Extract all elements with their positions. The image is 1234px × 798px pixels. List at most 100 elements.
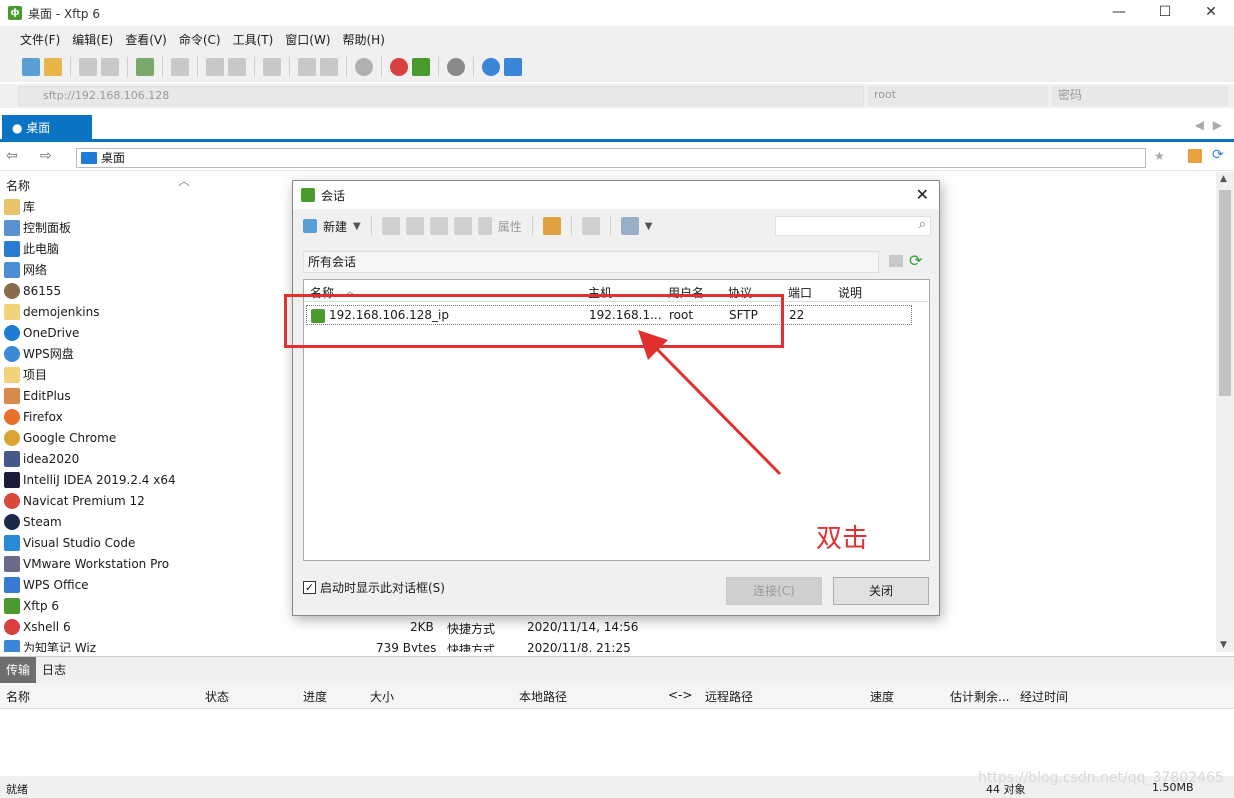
tab-desktop[interactable]: ● 桌面	[2, 115, 92, 142]
col-name[interactable]: 名称	[6, 688, 30, 705]
file-item[interactable]: 此电脑	[4, 238, 59, 259]
sync-icon[interactable]	[263, 58, 281, 76]
scroll-up-icon[interactable]: ▲	[1220, 174, 1227, 184]
session-manager-icon[interactable]	[136, 58, 154, 76]
col-speed[interactable]: 速度	[870, 688, 894, 705]
col-elapsed[interactable]: 经过时间	[1020, 688, 1068, 705]
new-dropdown-icon[interactable]: ▼	[353, 221, 361, 232]
tab-log[interactable]: 日志	[36, 657, 72, 683]
properties-button[interactable]: 属性	[498, 218, 522, 235]
home-icon[interactable]	[1188, 149, 1202, 163]
file-item[interactable]: Google Chrome	[4, 427, 116, 448]
menu-edit[interactable]: 编辑(E)	[66, 31, 119, 48]
copy-icon[interactable]	[206, 58, 224, 76]
menu-file[interactable]: 文件(F)	[14, 31, 66, 48]
xftp-icon[interactable]	[412, 58, 430, 76]
name-column-header[interactable]: 名称	[6, 177, 30, 194]
view-icon[interactable]	[620, 217, 639, 235]
path-combobox[interactable]: 桌面	[76, 148, 1146, 168]
file-item[interactable]: IntelliJ IDEA 2019.2.4 x64	[4, 469, 176, 490]
close-dialog-button[interactable]: ✕	[916, 185, 929, 204]
menu-window[interactable]: 窗口(W)	[279, 31, 336, 48]
new-session-icon[interactable]	[22, 58, 40, 76]
chat-icon[interactable]	[504, 58, 522, 76]
file-item[interactable]: 为知笔记 Wiz	[4, 637, 96, 652]
tab-scroll-right-icon[interactable]: ▶	[1213, 118, 1222, 132]
col-status[interactable]: 状态	[205, 688, 229, 705]
file-date: 2020/11/14, 14:56	[527, 620, 639, 634]
file-item[interactable]: Firefox	[4, 406, 63, 427]
col-local-path[interactable]: 本地路径	[519, 688, 567, 705]
page-icon[interactable]	[298, 58, 316, 76]
file-item[interactable]: Steam	[4, 511, 62, 532]
password-input[interactable]: 密码	[1052, 86, 1228, 106]
file-item[interactable]: idea2020	[4, 448, 79, 469]
menu-command[interactable]: 命令(C)	[173, 31, 227, 48]
gear-icon[interactable]	[447, 58, 465, 76]
file-item[interactable]: WPS网盘	[4, 343, 74, 364]
minimize-button[interactable]: —	[1096, 0, 1142, 26]
view-dropdown-icon[interactable]: ▼	[645, 221, 653, 232]
file-item[interactable]: 86155	[4, 280, 61, 301]
tab-transfer[interactable]: 传输	[0, 657, 37, 683]
col-remote-path[interactable]: 远程路径	[705, 688, 753, 705]
open-folder-icon[interactable]	[44, 58, 62, 76]
file-item[interactable]: Navicat Premium 12	[4, 490, 145, 511]
help-icon[interactable]	[482, 58, 500, 76]
export-icon[interactable]	[581, 217, 600, 235]
file-item[interactable]: EditPlus	[4, 385, 71, 406]
file-item[interactable]: Visual Studio Code	[4, 532, 135, 553]
col-description[interactable]: 说明	[838, 284, 862, 301]
file-item[interactable]: demojenkins	[4, 301, 100, 322]
url-input[interactable]: sftp://192.168.106.128	[18, 86, 864, 106]
forward-icon[interactable]: ⇨	[40, 148, 52, 164]
file-item[interactable]: 库	[4, 196, 35, 217]
col-size[interactable]: 大小	[370, 688, 394, 705]
close-window-button[interactable]: ✕	[1188, 0, 1234, 26]
scroll-down-icon[interactable]: ▼	[1220, 640, 1227, 650]
back-icon[interactable]: ⇦	[6, 148, 18, 164]
folder-icon[interactable]	[542, 217, 561, 235]
xshell-icon[interactable]	[390, 58, 408, 76]
col-port[interactable]: 端口	[788, 284, 812, 301]
show-on-startup-checkbox[interactable]: ✓ 启动时显示此对话框(S)	[303, 579, 445, 596]
file-item[interactable]: Xshell 6	[4, 616, 71, 637]
close-button[interactable]: 关闭	[833, 577, 929, 605]
tab-scroll-left-icon[interactable]: ◀	[1195, 118, 1204, 132]
tab-strip: ● 桌面 ◀ ▶	[0, 112, 1234, 142]
refresh-icon[interactable]: ⟳	[909, 251, 922, 270]
pages-icon[interactable]	[320, 58, 338, 76]
maximize-button[interactable]: ☐	[1142, 0, 1188, 26]
file-item[interactable]: 控制面板	[4, 217, 71, 238]
new-session-button[interactable]: 新建	[323, 218, 347, 235]
menu-help[interactable]: 帮助(H)	[337, 31, 391, 48]
new-folder-icon[interactable]	[889, 255, 903, 267]
file-list-scrollbar[interactable]: ▲ ▼	[1216, 172, 1234, 652]
transfer-icon[interactable]	[171, 58, 189, 76]
file-item[interactable]: 项目	[4, 364, 47, 385]
menu-tools[interactable]: 工具(T)	[227, 31, 280, 48]
file-item[interactable]: OneDrive	[4, 322, 79, 343]
col-eta[interactable]: 估计剩余...	[950, 688, 1009, 705]
favorite-icon[interactable]: ★	[1154, 149, 1165, 163]
username-input[interactable]: root	[868, 86, 1048, 106]
file-item[interactable]: Xftp 6	[4, 595, 59, 616]
copy-icon[interactable]	[405, 217, 424, 235]
connect-button[interactable]: 连接(C)	[726, 577, 822, 605]
connect-icon[interactable]	[79, 58, 97, 76]
col-direction[interactable]: <->	[668, 688, 692, 702]
cut-icon[interactable]	[381, 217, 400, 235]
file-item[interactable]: VMware Workstation Pro	[4, 553, 169, 574]
paste-icon[interactable]	[429, 217, 448, 235]
menu-view[interactable]: 查看(V)	[119, 31, 173, 48]
session-search-input[interactable]: ⌕	[775, 216, 931, 236]
scroll-thumb[interactable]	[1219, 190, 1231, 396]
file-item[interactable]: WPS Office	[4, 574, 89, 595]
file-item[interactable]: 网络	[4, 259, 47, 280]
globe-icon[interactable]	[355, 58, 373, 76]
delete-icon[interactable]	[453, 217, 472, 235]
paste-icon[interactable]	[228, 58, 246, 76]
disconnect-icon[interactable]	[101, 58, 119, 76]
col-progress[interactable]: 进度	[303, 688, 327, 705]
refresh-icon[interactable]: ⟳	[1212, 147, 1224, 163]
